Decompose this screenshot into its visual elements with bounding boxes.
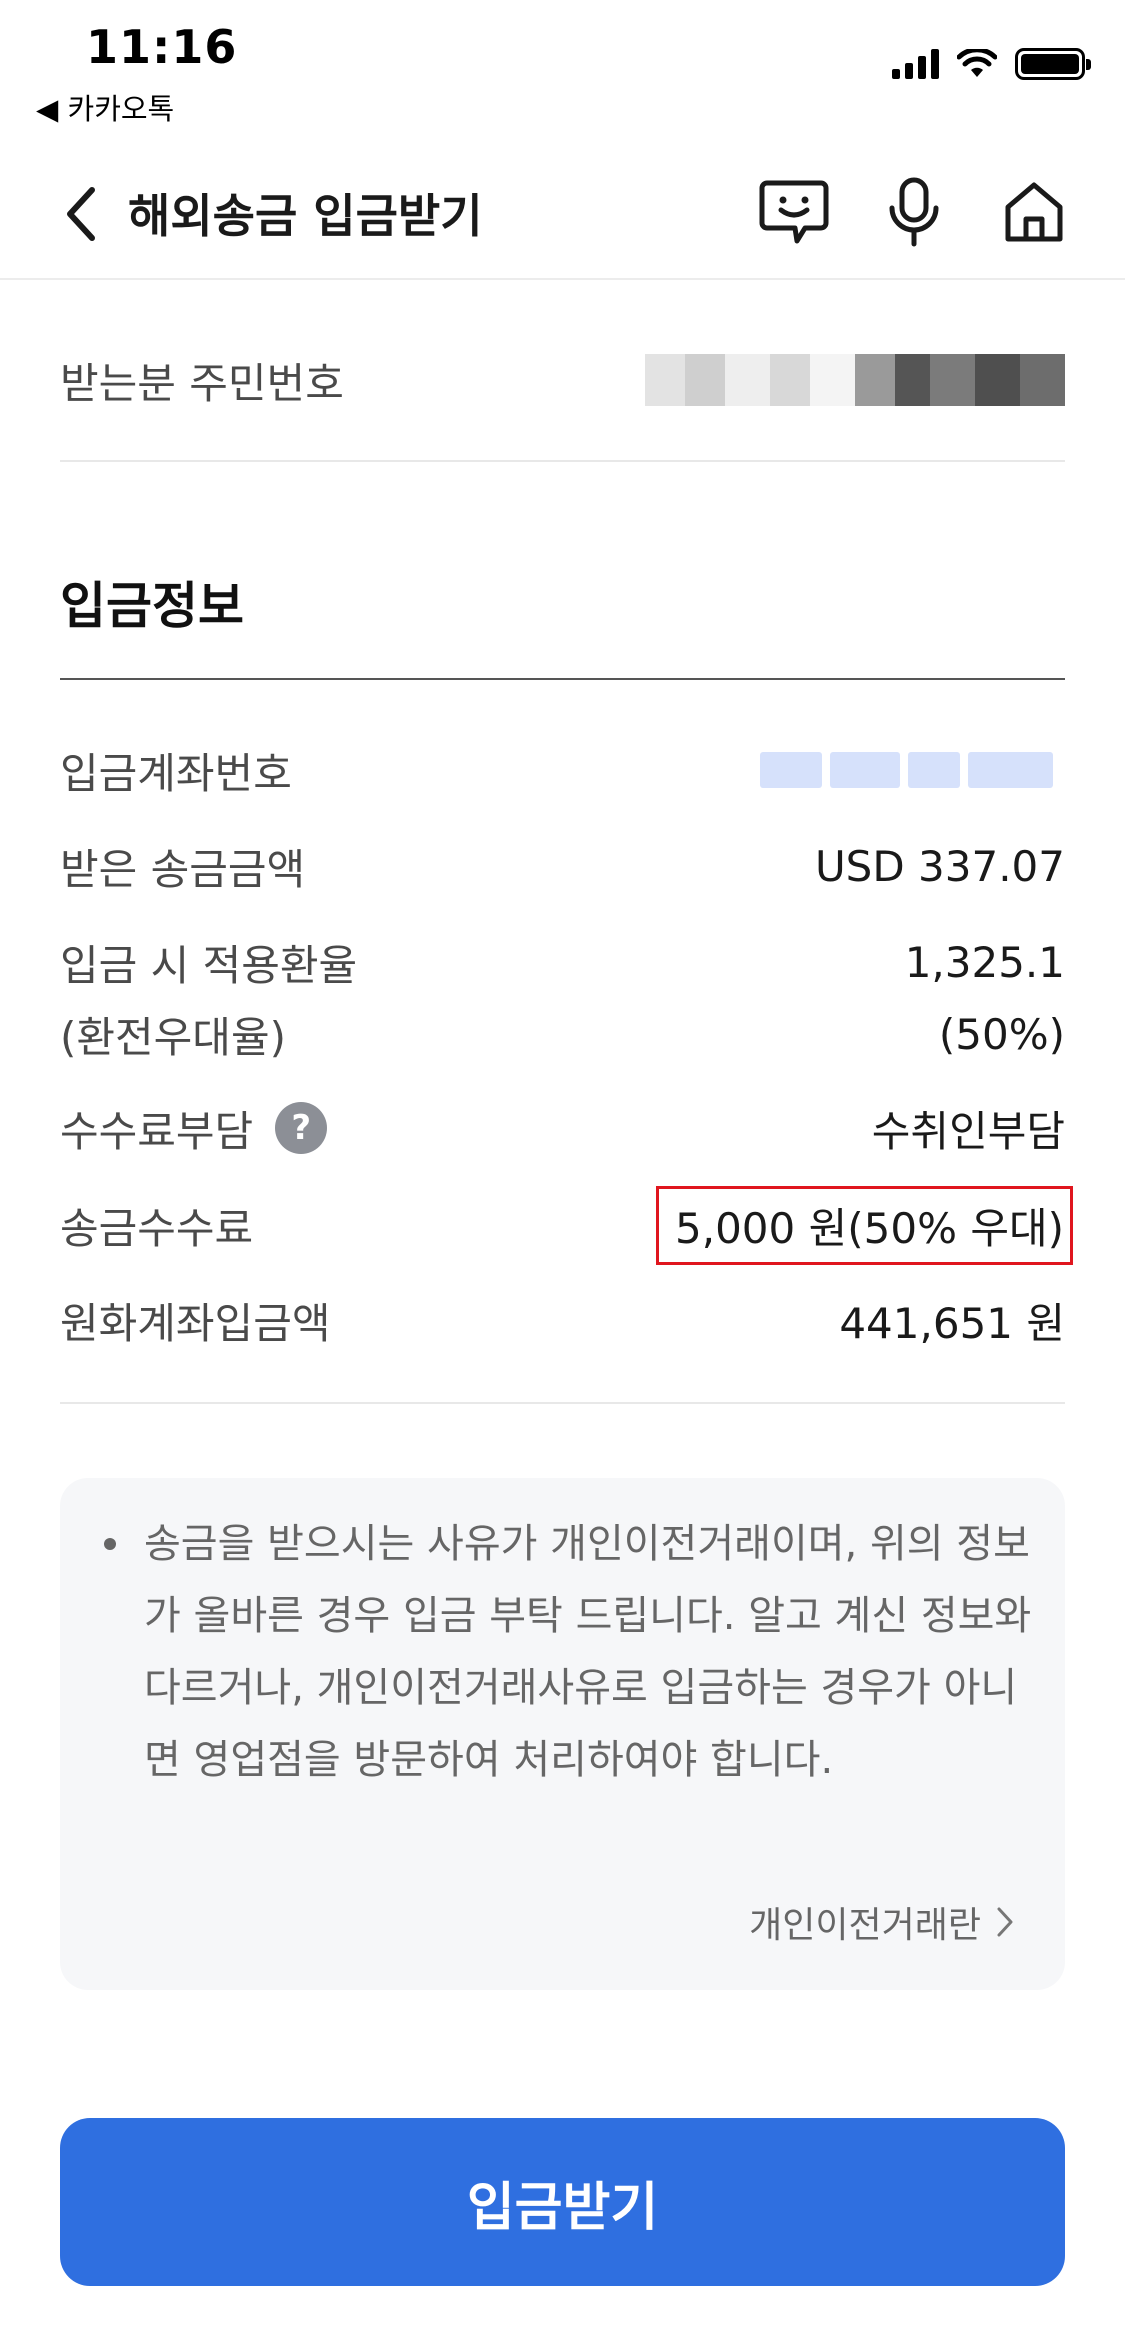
fee-bearer-row: 수수료부담 ? 수취인부담 — [60, 1096, 1065, 1160]
section-divider — [60, 678, 1065, 680]
voice-input-button[interactable] — [874, 172, 954, 252]
microphone-icon — [889, 177, 939, 247]
battery-icon — [1015, 48, 1091, 80]
krw-deposit-amount-row: 원화계좌입금액 441,651 원 — [60, 1290, 1065, 1350]
remittance-fee-row: 송금수수료 5,000 원(50% 우대) — [60, 1185, 1073, 1265]
exchange-discount-label: (환전우대율) — [60, 1012, 286, 1062]
page-title: 해외송금 입금받기 — [128, 189, 483, 243]
receive-deposit-button[interactable]: 입금받기 — [60, 2118, 1065, 2286]
exchange-discount-row: (환전우대율) (50%) — [60, 1004, 1065, 1064]
status-icons — [892, 48, 1091, 80]
cellular-signal-icon — [892, 49, 939, 79]
deposit-account-masked-value — [760, 752, 1065, 788]
krw-deposit-amount-label: 원화계좌입금액 — [60, 1298, 331, 1348]
home-icon — [1005, 182, 1063, 242]
home-button[interactable] — [994, 172, 1074, 252]
notice-box: 송금을 받으시는 사유가 개인이전거래이며, 위의 정보가 올바른 경우 입금 … — [60, 1478, 1065, 1990]
chatbot-icon — [759, 180, 829, 244]
bullet-icon — [104, 1538, 116, 1550]
fee-bearer-value: 수취인부담 — [871, 1106, 1065, 1156]
recipient-id-row: 받는분 주민번호 — [60, 350, 1065, 410]
chevron-left-icon — [67, 187, 95, 241]
deposit-account-row: 입금계좌번호 — [60, 740, 1065, 800]
divider — [60, 460, 1065, 462]
chatbot-button[interactable] — [754, 172, 834, 252]
recipient-id-masked-value — [645, 354, 1065, 406]
help-icon[interactable]: ? — [275, 1102, 328, 1154]
divider — [60, 1402, 1065, 1404]
exchange-rate-row: 입금 시 적용환율 1,325.1 — [60, 932, 1065, 992]
krw-deposit-amount-value: 441,651 원 — [839, 1298, 1065, 1348]
recipient-id-label: 받는분 주민번호 — [60, 358, 344, 408]
back-button[interactable] — [52, 178, 112, 250]
status-time: 11:16 — [86, 20, 238, 74]
exchange-rate-label: 입금 시 적용환율 — [60, 940, 358, 990]
fee-bearer-label: 수수료부담 — [60, 1106, 254, 1156]
remittance-fee-label: 송금수수료 — [60, 1203, 254, 1253]
exchange-discount-value: (50%) — [938, 1009, 1065, 1059]
fee-bearer-label-group: 수수료부담 ? — [60, 1098, 328, 1159]
received-amount-label: 받은 송금금액 — [60, 844, 306, 894]
received-amount-value: USD 337.07 — [814, 841, 1065, 891]
personal-transfer-info-link[interactable]: 개인이전거래란 — [749, 1896, 1015, 1948]
back-to-app-link[interactable]: ◀ 카카오톡 — [36, 86, 174, 128]
received-amount-row: 받은 송금금액 USD 337.07 — [60, 836, 1065, 896]
notice-text: 송금을 받으시는 사유가 개인이전거래이며, 위의 정보가 올바른 경우 입금 … — [144, 1521, 1032, 1783]
remittance-fee-value: 5,000 원(50% 우대) — [656, 1185, 1073, 1265]
section-title-deposit-info: 입금정보 — [60, 577, 244, 635]
top-app-bar: 해외송금 입금받기 — [0, 150, 1125, 280]
wifi-icon — [957, 49, 997, 77]
exchange-rate-value: 1,325.1 — [904, 937, 1065, 987]
chevron-right-icon — [997, 1907, 1013, 1937]
personal-transfer-info-label: 개인이전거래란 — [749, 1905, 981, 1946]
deposit-account-label: 입금계좌번호 — [60, 748, 292, 798]
